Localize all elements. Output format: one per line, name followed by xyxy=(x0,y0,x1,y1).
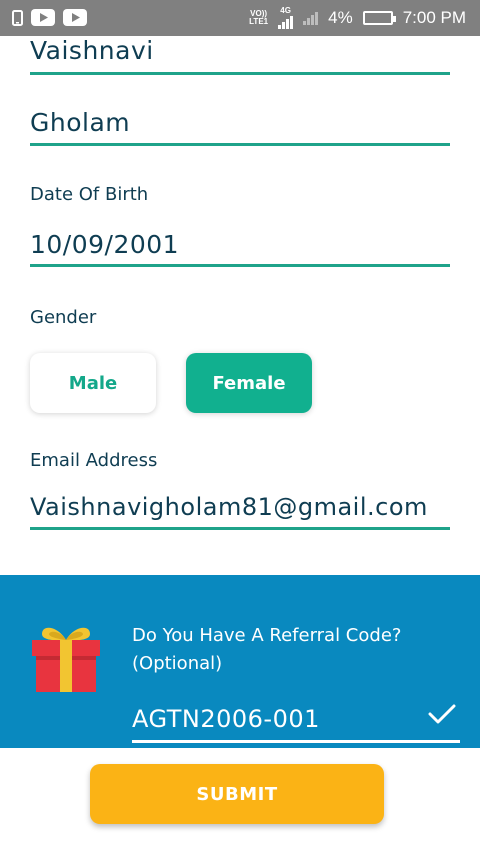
email-underline xyxy=(30,527,450,530)
check-icon[interactable] xyxy=(428,703,456,725)
first-name-field[interactable]: Vaishnavi xyxy=(30,34,450,75)
youtube-icon xyxy=(63,9,87,26)
status-bar: VO)) LTE1 4G 4% 7:00 PM xyxy=(0,0,480,36)
status-left-icons xyxy=(12,9,87,26)
first-name-underline xyxy=(30,72,450,75)
gender-female-button[interactable]: Female xyxy=(186,353,312,413)
dob-field[interactable]: 10/09/2001 xyxy=(30,228,450,267)
dob-label: Date Of Birth xyxy=(30,184,149,205)
dob-underline xyxy=(30,264,450,267)
battery-icon xyxy=(362,11,396,25)
gender-male-button[interactable]: Male xyxy=(30,353,156,413)
referral-code-input[interactable]: AGTN2006-001 xyxy=(132,705,320,733)
battery-percent: 4% xyxy=(328,8,353,27)
gift-icon xyxy=(32,627,100,692)
referral-section: Do You Have A Referral Code? (Optional) … xyxy=(0,575,480,748)
email-label: Email Address xyxy=(30,450,158,471)
signal-4g-icon: 4G xyxy=(278,7,294,29)
last-name-field[interactable]: Gholam xyxy=(30,106,450,146)
youtube-icon xyxy=(31,9,55,26)
signal-weak-icon xyxy=(303,11,319,25)
referral-underline xyxy=(132,740,460,743)
gender-label: Gender xyxy=(30,307,97,328)
dob-value: 10/09/2001 xyxy=(30,230,180,259)
status-right-icons: VO)) LTE1 4G 4% 7:00 PM xyxy=(249,7,466,29)
email-field[interactable]: Vaishnavigholam81@gmail.com xyxy=(30,490,450,530)
last-name-underline xyxy=(30,143,450,146)
last-name-value: Gholam xyxy=(30,108,131,137)
submit-button[interactable]: SUBMIT xyxy=(90,764,384,824)
first-name-value: Vaishnavi xyxy=(30,36,154,65)
email-value: Vaishnavigholam81@gmail.com xyxy=(30,493,428,521)
clock: 7:00 PM xyxy=(402,8,466,27)
volte-indicator: VO)) LTE1 xyxy=(249,9,269,26)
referral-question: Do You Have A Referral Code? (Optional) xyxy=(132,625,402,674)
phone-icon xyxy=(12,9,23,26)
